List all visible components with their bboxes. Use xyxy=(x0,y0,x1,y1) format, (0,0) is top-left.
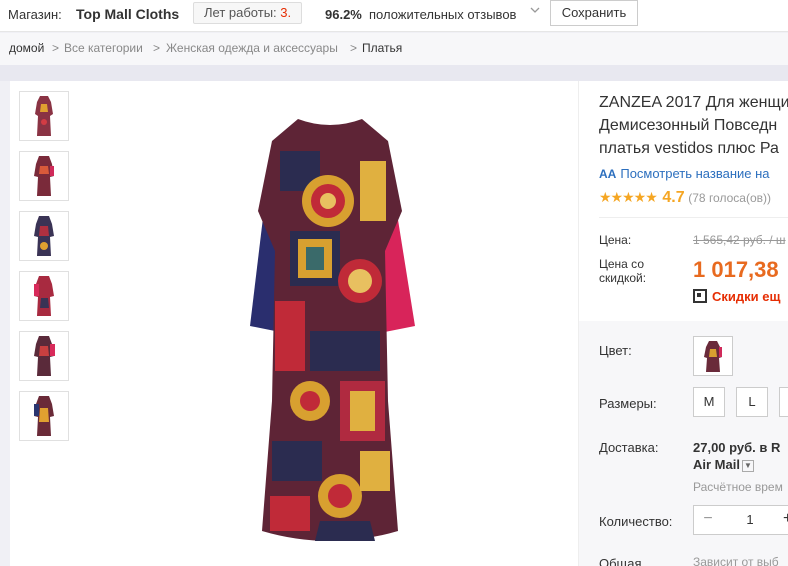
total-label: Общая xyxy=(599,556,642,566)
product-thumbnail[interactable] xyxy=(19,151,69,201)
breadcrumb-separator: > xyxy=(350,41,358,55)
breadcrumb: домой > Все категории > Женская одежда и… xyxy=(0,33,788,65)
product-thumbnail[interactable] xyxy=(19,331,69,381)
shipping-method[interactable]: Air Mail xyxy=(693,457,740,472)
color-label: Цвет: xyxy=(599,343,632,358)
more-discounts-label: Скидки ещ xyxy=(712,289,781,304)
breadcrumb-current[interactable]: Платья xyxy=(362,41,402,55)
star-rating-icon: ★★★★★ xyxy=(599,189,658,205)
quantity-input[interactable]: 1 xyxy=(722,506,778,534)
quantity-label: Количество: xyxy=(599,514,673,529)
divider xyxy=(599,217,788,218)
years-value: 3 xyxy=(280,5,288,20)
breadcrumb-home-link[interactable]: домой xyxy=(9,41,44,55)
shipping-label: Доставка: xyxy=(599,440,659,455)
save-store-button[interactable]: Сохранить xyxy=(550,0,638,26)
product-title: ZANZEA 2017 Для женщи Демисезонный Повсе… xyxy=(599,94,788,157)
total-note: Зависит от выб xyxy=(693,555,779,566)
product-info-panel: ZANZEA 2017 Для женщи Демисезонный Повсе… xyxy=(578,81,788,566)
size-option-l[interactable]: L xyxy=(736,387,768,417)
translate-title-link[interactable]: AА Посмотреть название на xyxy=(599,166,770,181)
store-bar: Магазин: Top Mall Cloths Лет работы: 3. … xyxy=(0,0,788,32)
product-options: Цвет: Размеры: M L X Доставка: 27,00 руб… xyxy=(579,321,788,566)
size-option-x[interactable]: X xyxy=(779,387,788,417)
positive-feedback-label[interactable]: положительных отзывов xyxy=(369,7,516,22)
rating-votes: (78 голоса(ов)) xyxy=(688,191,771,205)
store-years-badge: Лет работы: 3. xyxy=(193,2,302,24)
product-thumbnail[interactable] xyxy=(19,391,69,441)
quantity-increase-button[interactable]: + xyxy=(778,506,788,534)
rating[interactable]: ★★★★★ 4.7 (78 голоса(ов)) xyxy=(599,189,771,207)
breadcrumb-separator: > xyxy=(153,41,161,55)
price-discounted: 1 017,38 xyxy=(693,257,779,282)
product-thumbnail[interactable] xyxy=(19,91,69,141)
quantity-stepper: − 1 + xyxy=(693,505,788,535)
chevron-down-icon[interactable]: ▼ xyxy=(741,460,754,472)
shipping-price: 27,00 руб. в R xyxy=(693,440,781,455)
breadcrumb-separator: > xyxy=(52,41,60,55)
product-gallery xyxy=(10,81,578,566)
store-name-link[interactable]: Top Mall Cloths xyxy=(76,6,179,22)
price-label: Цена: xyxy=(599,233,632,247)
shipping-estimate: Расчётное врем xyxy=(693,480,783,494)
product-thumbnail[interactable] xyxy=(19,211,69,261)
quantity-decrease-button[interactable]: − xyxy=(694,506,722,534)
qr-code-icon xyxy=(693,289,707,303)
breadcrumb-womens-clothing-link[interactable]: Женская одежда и аксессуары xyxy=(166,41,338,55)
color-swatch[interactable] xyxy=(693,336,733,376)
rating-value: 4.7 xyxy=(662,189,685,206)
page-band xyxy=(0,65,788,81)
product-thumbnail[interactable] xyxy=(19,271,69,321)
more-discounts-link[interactable]: Скидки ещ xyxy=(693,289,780,304)
positive-feedback-percent: 96.2% xyxy=(325,7,362,22)
translate-title-label: Посмотреть название на xyxy=(620,166,770,181)
sizes-label: Размеры: xyxy=(599,396,657,411)
translate-icon: AА xyxy=(599,167,617,181)
price-original: 1 565,42 руб. / ш xyxy=(693,233,786,247)
chevron-down-icon[interactable] xyxy=(530,5,542,19)
breadcrumb-all-categories-link[interactable]: Все категории xyxy=(64,41,143,55)
years-label: Лет работы: xyxy=(204,5,277,20)
store-label: Магазин: xyxy=(8,7,62,22)
size-option-m[interactable]: M xyxy=(693,387,725,417)
discount-price-label: Цена со скидкой: xyxy=(599,257,647,285)
product-main-image[interactable] xyxy=(210,101,450,561)
shipping-info: 27,00 руб. в R Air Mail ▼ xyxy=(693,439,780,473)
